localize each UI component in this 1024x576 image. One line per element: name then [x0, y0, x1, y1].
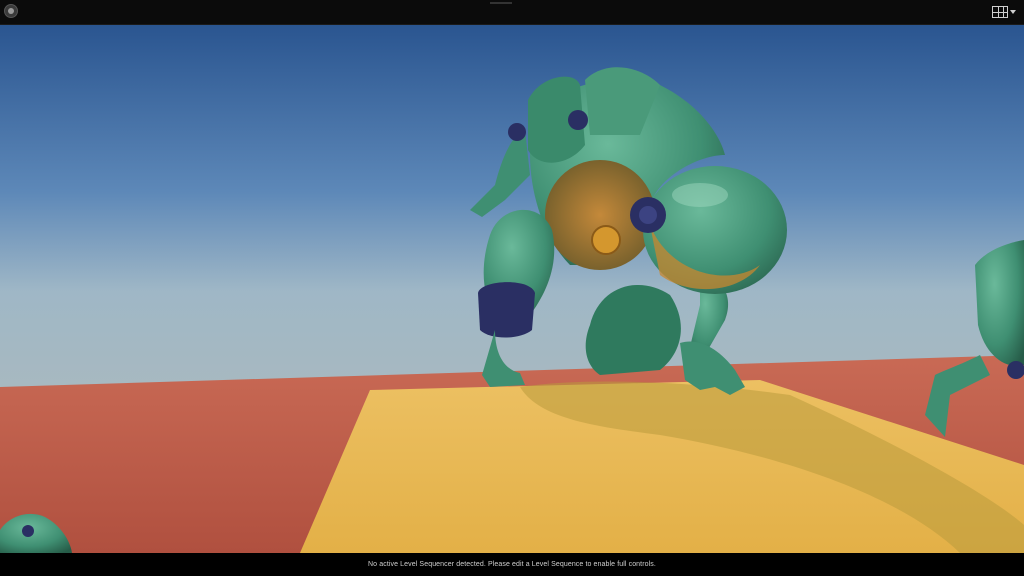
status-message: No active Level Sequencer detected. Plea… [0, 553, 1024, 576]
chevron-down-icon [1010, 10, 1016, 14]
scene-render [0, 25, 1024, 553]
record-icon[interactable] [4, 4, 18, 18]
viewport-layout-icon [992, 6, 1008, 18]
viewport-layout-button[interactable] [992, 4, 1016, 20]
level-viewport[interactable] [0, 25, 1024, 553]
toolbar-drag-handle[interactable] [490, 2, 512, 4]
sky [0, 25, 1024, 395]
viewport-toolbar [0, 0, 1024, 25]
